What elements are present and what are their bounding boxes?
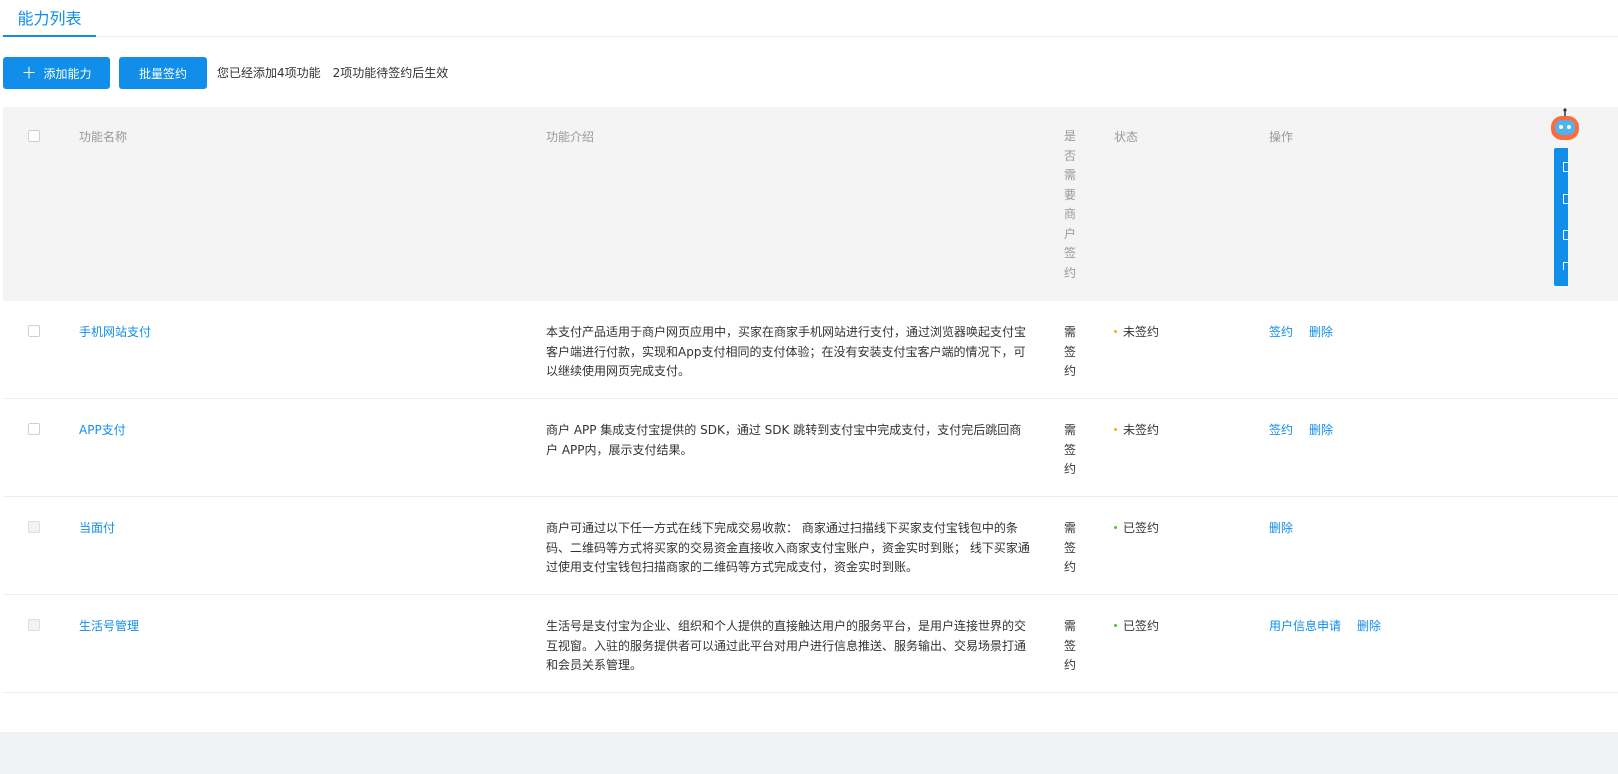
tab-bar: 能力列表 (0, 0, 1618, 37)
capability-description: 生活号是支付宝为企业、组织和个人提供的直接触达用户的服务平台，是用户连接世界的交… (546, 619, 1027, 672)
action-link[interactable]: 删除 (1309, 423, 1333, 437)
action-link[interactable]: 删除 (1309, 325, 1333, 339)
need-sign-value: 需签约 (1063, 521, 1076, 574)
capability-name-link[interactable]: 当面付 (79, 519, 115, 539)
chat-icon[interactable] (1563, 162, 1568, 172)
header-need-sign: 是否需要商户签约 (1063, 129, 1076, 280)
status-text: 未签约 (1123, 325, 1160, 339)
status-dot-icon (1114, 624, 1117, 627)
page-footer (0, 732, 1618, 774)
table-row: 生活号管理 生活号是支付宝为企业、组织和个人提供的直接触达用户的服务平台，是用户连… (3, 595, 1618, 693)
row-actions: 用户信息申请 删除 (1269, 617, 1397, 637)
need-sign-value: 需签约 (1063, 619, 1076, 672)
batch-sign-label: 批量签约 (138, 66, 187, 81)
row-checkbox[interactable] (28, 423, 40, 435)
status-text: 已签约 (1123, 619, 1160, 633)
status-dot-icon (1114, 330, 1117, 333)
capability-description: 商户 APP 集成支付宝提供的 SDK，通过 SDK 跳转到支付宝中完成支付，支… (546, 423, 1022, 457)
row-actions: 删除 (1269, 519, 1309, 539)
capability-name-link[interactable]: 手机网站支付 (79, 323, 151, 343)
select-all-checkbox[interactable] (28, 130, 40, 142)
status-badge: 未签约 (1114, 421, 1159, 441)
table-row: 当面付 商户可通过以下任一方式在线下完成交易收款： 商家通过扫描线下买家支付宝钱包… (3, 497, 1618, 595)
status-dot-icon (1114, 428, 1117, 431)
row-checkbox (28, 521, 40, 533)
action-link[interactable]: 删除 (1269, 521, 1293, 535)
capability-description: 本支付产品适用于商户网页应用中，买家在商家手机网站进行支付，通过浏览器唤起支付宝… (546, 325, 1027, 378)
capability-name-link[interactable]: 生活号管理 (79, 617, 139, 637)
action-link[interactable]: 删除 (1357, 619, 1381, 633)
status-dot-icon (1114, 526, 1117, 529)
action-link[interactable]: 签约 (1269, 325, 1293, 339)
status-text: 已签约 (1123, 521, 1160, 535)
floating-service-bar[interactable] (1554, 148, 1568, 286)
header-name: 功能名称 (79, 130, 128, 144)
toolbar-hint: 您已经添加4项功能 2项功能待签约后生效 (217, 57, 448, 89)
need-sign-value: 需签约 (1063, 423, 1076, 476)
hint-added: 您已经添加4项功能 (217, 66, 321, 80)
table-header: 功能名称 功能介绍 是否需要商户签约 状态 操作 (3, 107, 1618, 301)
header-status: 状态 (1114, 130, 1139, 144)
feedback-icon[interactable] (1563, 230, 1568, 240)
header-desc: 功能介绍 (546, 130, 595, 144)
row-checkbox (28, 619, 40, 631)
doc-icon[interactable] (1563, 194, 1568, 204)
capability-name-link[interactable]: APP支付 (79, 421, 126, 441)
need-sign-value: 需签约 (1063, 325, 1076, 378)
header-ops: 操作 (1269, 130, 1294, 144)
hint-pending: 2项功能待签约后生效 (332, 66, 449, 80)
capability-description: 商户可通过以下任一方式在线下完成交易收款： 商家通过扫描线下买家支付宝钱包中的条… (546, 521, 1030, 574)
add-capability-button[interactable]: ＋ 添加能力 (3, 57, 110, 89)
tab-capability-list[interactable]: 能力列表 (3, 0, 96, 37)
action-link[interactable]: 签约 (1269, 423, 1293, 437)
batch-sign-button[interactable]: 批量签约 (119, 57, 207, 89)
add-capability-label: 添加能力 (43, 66, 92, 81)
row-actions: 签约 删除 (1269, 421, 1349, 441)
status-badge: 未签约 (1114, 323, 1159, 343)
robot-icon[interactable] (1549, 108, 1581, 144)
status-badge: 已签约 (1114, 617, 1159, 637)
status-text: 未签约 (1123, 423, 1160, 437)
action-link[interactable]: 用户信息申请 (1269, 619, 1341, 633)
row-actions: 签约 删除 (1269, 323, 1349, 343)
row-checkbox[interactable] (28, 325, 40, 337)
table-row: APP支付 商户 APP 集成支付宝提供的 SDK，通过 SDK 跳转到支付宝中完… (3, 399, 1618, 497)
help-icon[interactable] (1563, 262, 1568, 270)
plus-icon: ＋ (21, 63, 37, 82)
table-row: 手机网站支付 本支付产品适用于商户网页应用中，买家在商家手机网站进行支付，通过浏览… (3, 301, 1618, 399)
status-badge: 已签约 (1114, 519, 1159, 539)
